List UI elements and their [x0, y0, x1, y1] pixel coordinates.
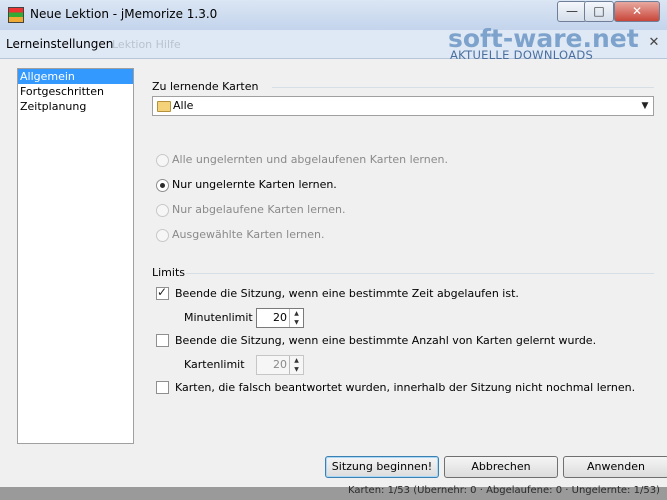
spinner-buttons: ▲ ▼	[289, 356, 303, 374]
radio-label: Alle ungelernten und abgelaufenen Karten…	[172, 153, 448, 166]
start-session-button[interactable]: Sitzung beginnen!	[325, 456, 439, 478]
folder-icon	[157, 101, 171, 112]
main-window-title: Neue Lektion - jMemorize 1.3.0	[30, 7, 218, 21]
section-divider	[272, 87, 654, 88]
main-window-status-bar: Karten: 1/53 (Ubernehr: 0 · Abgelaufene:…	[0, 485, 667, 500]
settings-nav-list: Allgemein Fortgeschritten Zeitplanung	[17, 68, 134, 444]
section-divider	[186, 273, 654, 274]
card-limit-label: Kartenlimit	[184, 358, 245, 371]
spinner-value: 20	[273, 358, 287, 371]
status-text: Karten: 1/53 (Ubernehr: 0 · Abgelaufene:…	[348, 485, 660, 496]
limits-section-title: Limits	[152, 266, 185, 279]
arrow-up-icon[interactable]: ▲	[290, 356, 303, 365]
apply-button[interactable]: Anwenden	[563, 456, 667, 478]
dialog-title: Lerneinstellungen	[6, 37, 114, 51]
time-limit-checkbox[interactable]	[156, 285, 169, 300]
close-icon: ✕	[648, 35, 660, 50]
spinner-buttons: ▲ ▼	[289, 309, 303, 327]
watermark: soft-ware.net AKTUELLE DOWNLOADS	[448, 24, 658, 62]
close-window-button[interactable]: ✕	[614, 1, 660, 22]
radio-label: Nur ungelernte Karten lernen.	[172, 178, 337, 191]
minimize-button[interactable]: —	[557, 1, 587, 22]
chevron-down-icon: ▼	[641, 101, 649, 111]
radio-label: Ausgewählte Karten lernen.	[172, 228, 325, 241]
dialog-close-button[interactable]: ✕	[645, 34, 663, 52]
radio-button[interactable]	[156, 154, 169, 167]
checkbox-label: Beende die Sitzung, wenn eine bestimmte …	[175, 334, 597, 347]
cancel-button[interactable]: Abbrechen	[444, 456, 558, 478]
nav-item-zeitplanung[interactable]: Zeitplanung	[18, 99, 133, 114]
learn-settings-dialog: Lerneinstellungen Lektion Hilfe soft-war…	[0, 24, 667, 500]
radio-button[interactable]	[156, 179, 169, 192]
dropdown-value: Alle	[173, 99, 194, 112]
background-menu-text: Lektion Hilfe	[112, 38, 181, 51]
arrow-down-icon[interactable]: ▼	[290, 365, 303, 374]
minimize-icon: —	[566, 4, 578, 18]
card-category-dropdown[interactable]: Alle ▼	[152, 96, 654, 116]
no-repeat-wrong-checkbox[interactable]	[156, 381, 169, 394]
maximize-icon: □	[593, 4, 605, 18]
card-limit-spinner[interactable]: 20 ▲ ▼	[256, 355, 304, 375]
radio-button[interactable]	[156, 229, 169, 242]
card-limit-checkbox[interactable]	[156, 334, 169, 347]
jmemorize-app-icon	[8, 7, 24, 23]
checkbox-label: Karten, die falsch beantwortet wurden, i…	[175, 381, 636, 394]
spinner-value: 20	[273, 311, 287, 324]
arrow-up-icon[interactable]: ▲	[290, 309, 303, 318]
radio-button[interactable]	[156, 204, 169, 217]
nav-item-fortgeschritten[interactable]: Fortgeschritten	[18, 84, 133, 99]
minutes-limit-spinner[interactable]: 20 ▲ ▼	[256, 308, 304, 328]
cards-section-title: Zu lernende Karten	[152, 80, 259, 93]
dialog-titlebar: Lerneinstellungen Lektion Hilfe soft-war…	[0, 24, 667, 62]
close-icon: ✕	[631, 4, 643, 18]
arrow-down-icon[interactable]: ▼	[290, 318, 303, 327]
radio-label: Nur abgelaufene Karten lernen.	[172, 203, 346, 216]
checkbox-label: Beende die Sitzung, wenn eine bestimmte …	[175, 287, 519, 300]
maximize-button[interactable]: □	[584, 1, 614, 22]
nav-item-allgemein[interactable]: Allgemein	[18, 69, 133, 84]
minutes-limit-label: Minutenlimit	[184, 311, 253, 324]
